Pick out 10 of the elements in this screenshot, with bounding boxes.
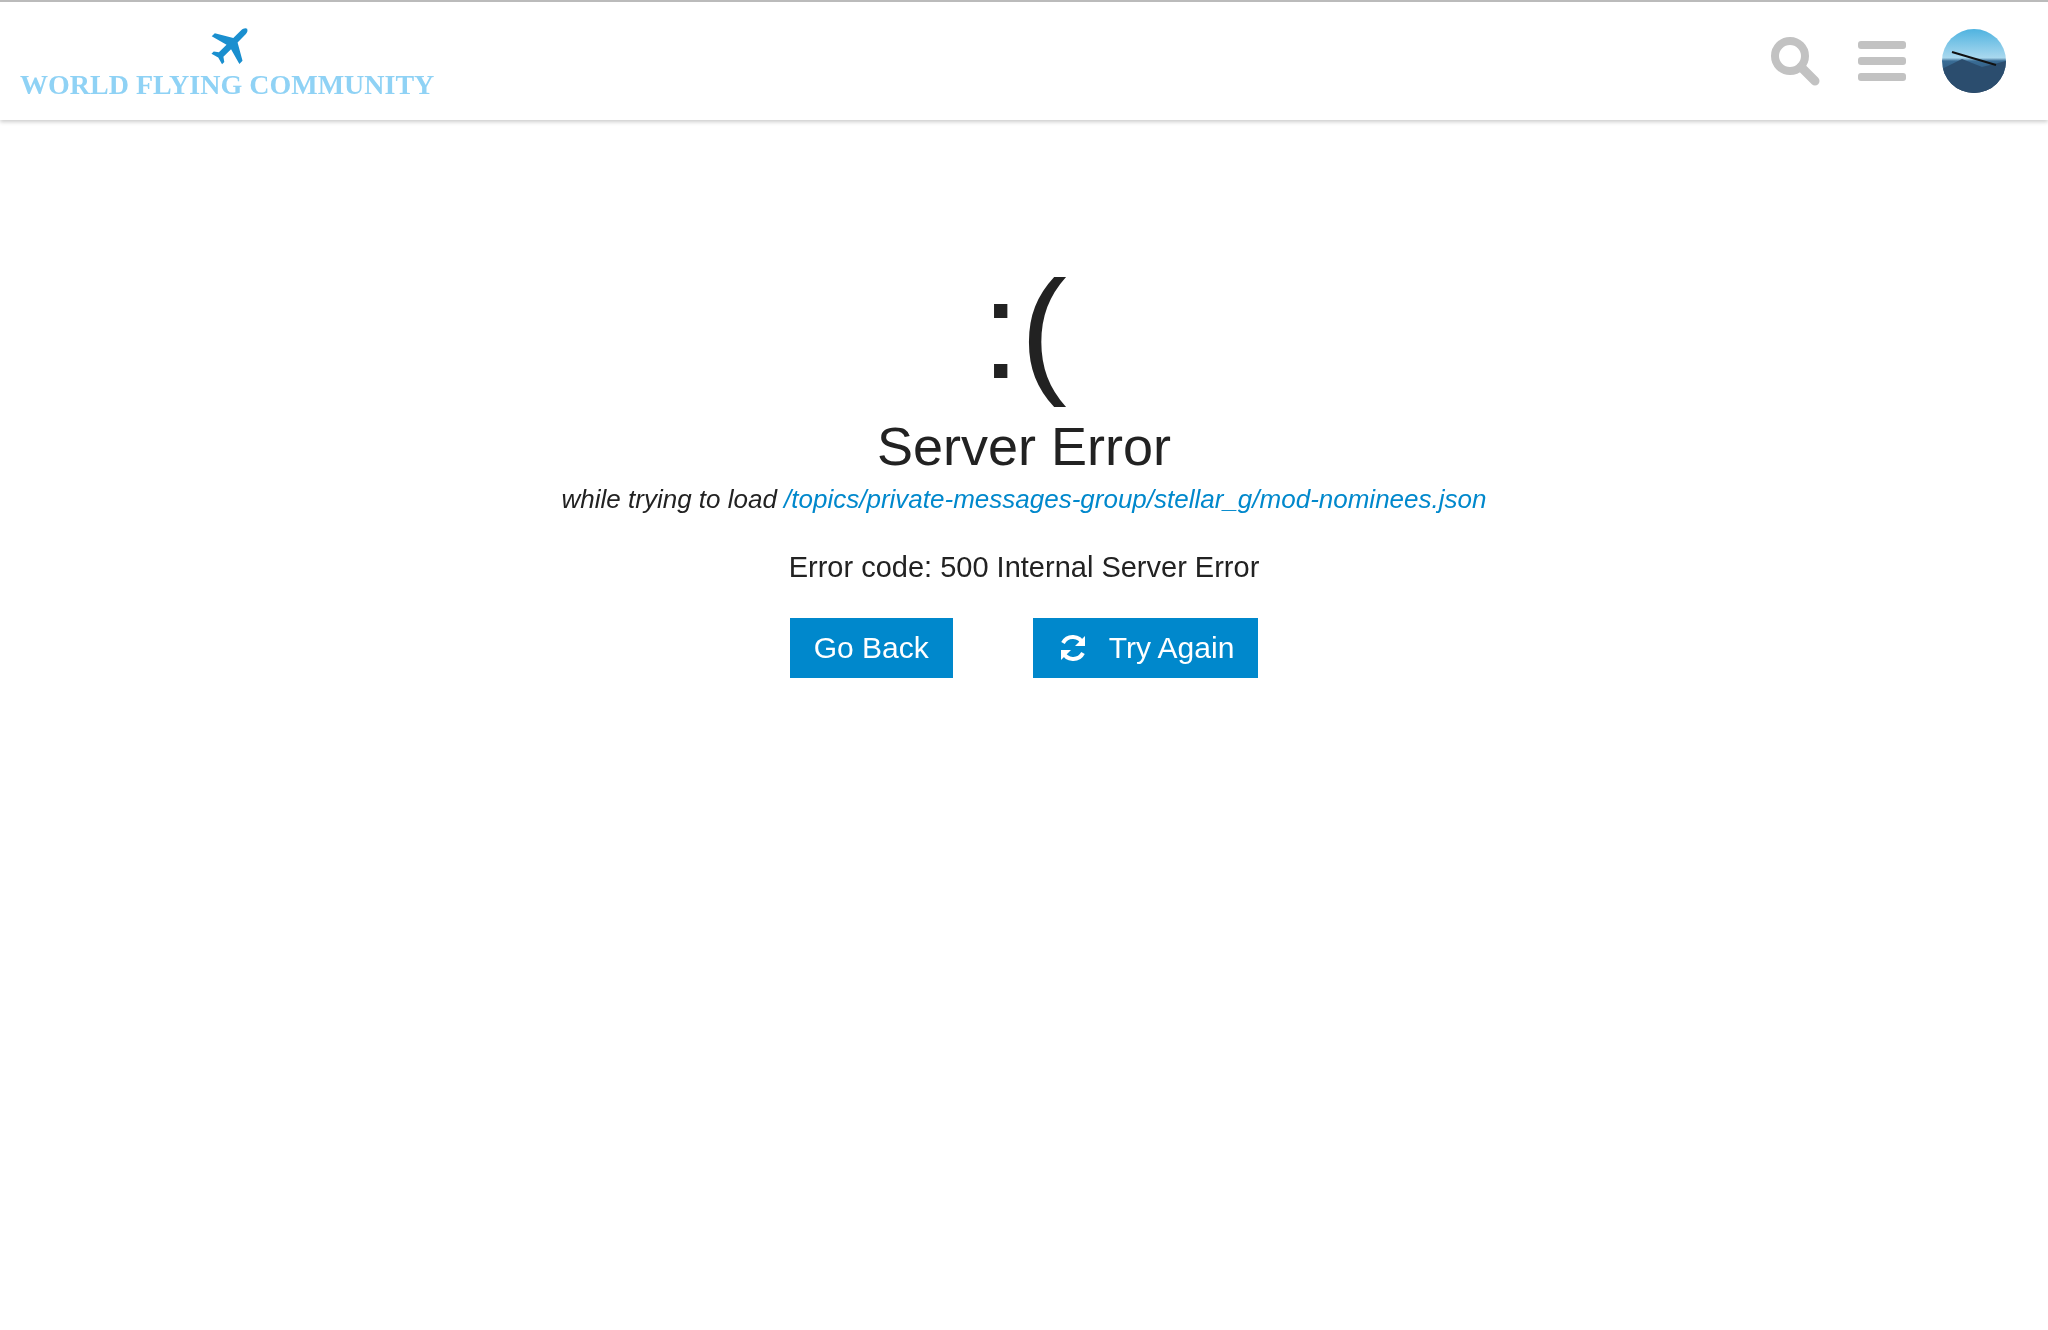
sad-face-emoticon: :( [981, 250, 1067, 410]
error-title: Server Error [876, 417, 1171, 477]
menu-icon[interactable] [1858, 39, 1906, 83]
search-icon[interactable] [1768, 34, 1822, 88]
error-code-text: Error code: 500 Internal Server Error [788, 551, 1260, 585]
error-context-text: while trying to load /topics/private-messages-group/stellar_g/mod-nominees.json [561, 484, 1487, 516]
avatar[interactable] [1942, 29, 2006, 93]
go-back-button[interactable]: Go Back [789, 618, 953, 679]
try-again-button[interactable]: Try Again [1032, 618, 1259, 679]
url-link[interactable]: /topics/private-messages-group/stellar_g/mod-nominees.json [784, 484, 1487, 515]
